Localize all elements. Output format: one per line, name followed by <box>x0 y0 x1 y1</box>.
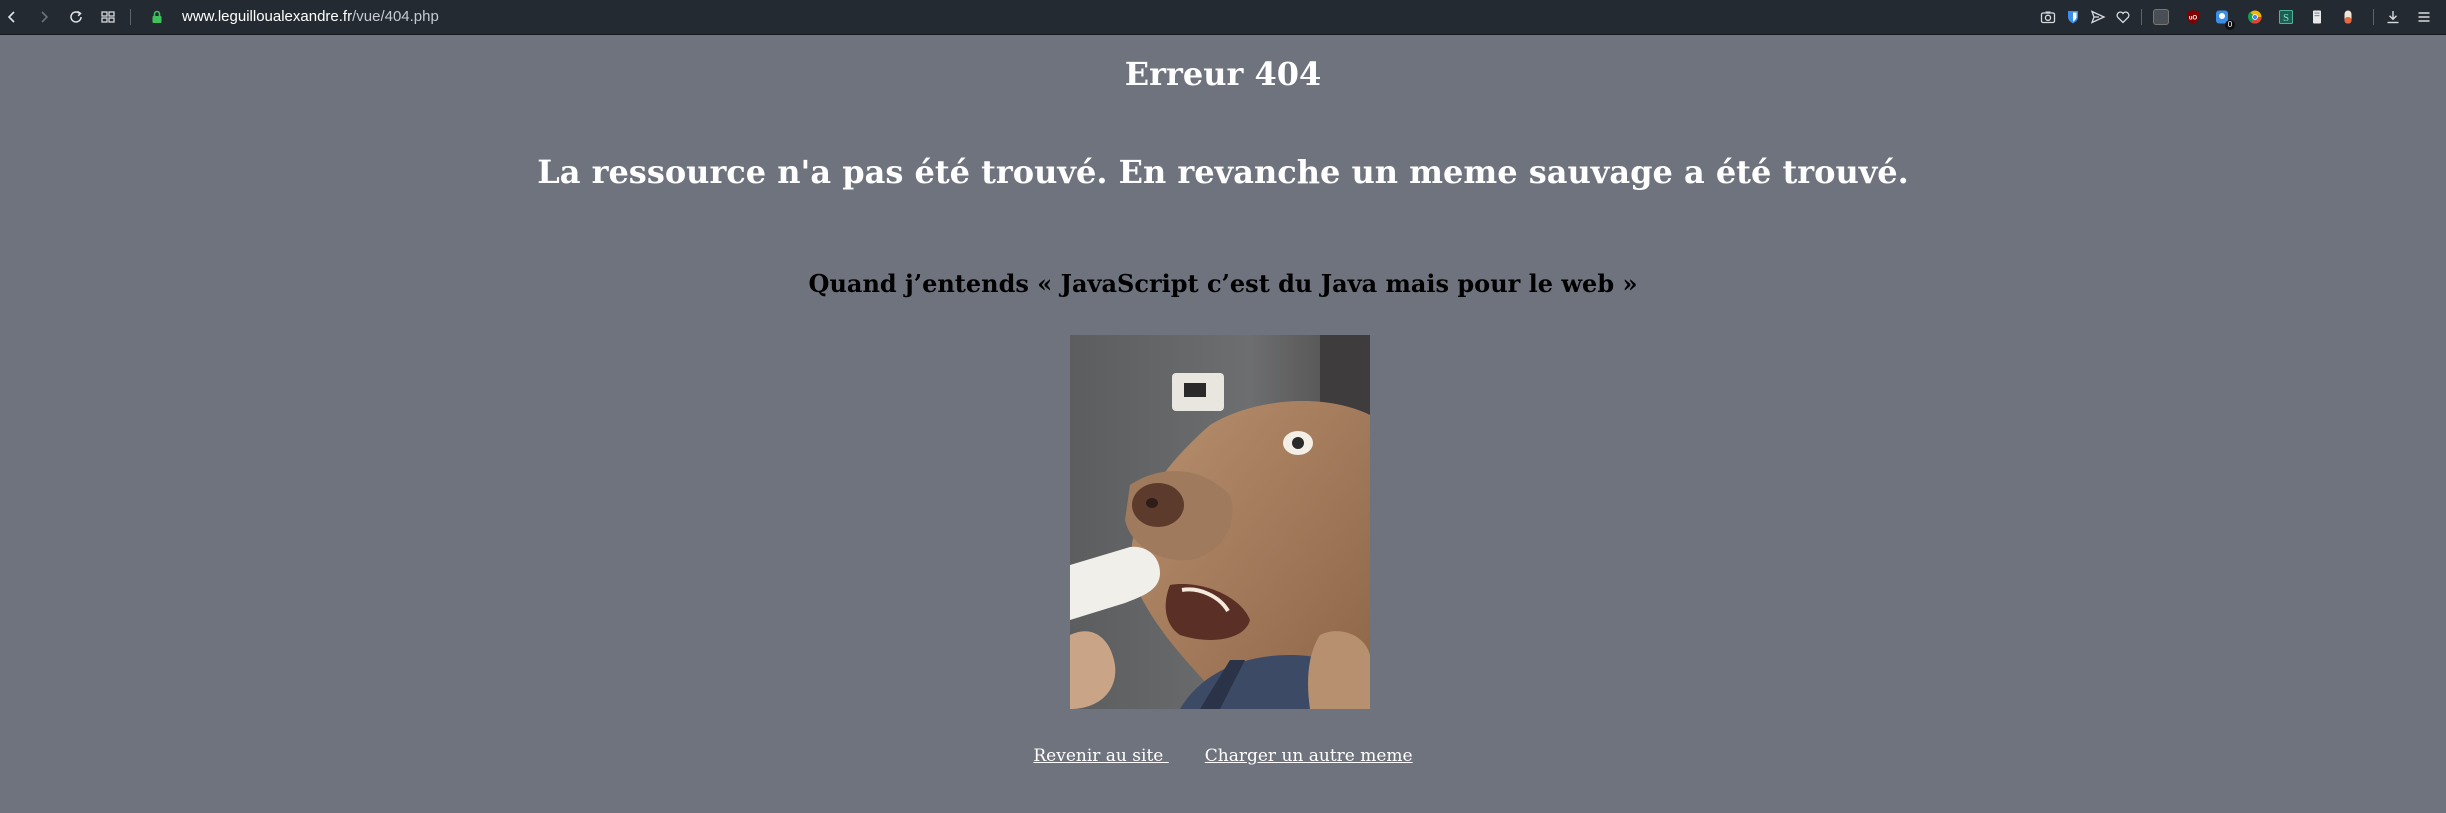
svg-text:uO: uO <box>2189 16 2198 22</box>
forward-button[interactable] <box>32 5 56 29</box>
privacy-badger-extension[interactable]: 0 <box>2213 8 2235 30</box>
screenshot-button[interactable] <box>2039 8 2057 26</box>
ublock-icon: uO <box>2187 10 2199 24</box>
pill-extension[interactable] <box>2339 8 2357 26</box>
meme-caption: Quand j’entends « JavaScript c’est du Ja… <box>808 269 1638 298</box>
colorpicker-icon <box>2153 9 2169 25</box>
stylus-extension[interactable]: S <box>2277 8 2295 26</box>
notes-icon <box>2313 10 2321 24</box>
site-security-button[interactable] <box>145 5 169 29</box>
reload-icon <box>70 10 82 23</box>
translate-extension[interactable] <box>2246 8 2264 26</box>
ublock-extension[interactable]: uO <box>2184 8 2202 26</box>
badge-count: 0 <box>2225 20 2235 30</box>
toolbar-divider <box>130 9 131 25</box>
stylus-icon: S <box>2279 10 2293 24</box>
page-body: Erreur 404 La ressource n'a pas été trou… <box>0 35 2446 813</box>
page-links: Revenir au site Charger un autre meme <box>0 746 2446 766</box>
favorites-button[interactable] <box>2114 8 2132 26</box>
url-path: /vue/404.php <box>352 8 439 25</box>
toolbar-divider <box>2141 9 2142 25</box>
back-to-site-link[interactable]: Revenir au site <box>1033 746 1168 766</box>
send-extension[interactable] <box>2089 8 2107 26</box>
downloads-button[interactable] <box>2384 8 2402 26</box>
chevron-right-icon <box>41 11 49 23</box>
menu-button[interactable] <box>2415 8 2433 26</box>
meme-image <box>1070 335 1370 709</box>
browser-toolbar: www.leguilloualexandre.fr/vue/404.php uO… <box>0 0 2446 35</box>
load-another-meme-link[interactable]: Charger un autre meme <box>1205 746 1413 766</box>
colorpicker-extension[interactable] <box>2152 8 2170 26</box>
pill-icon <box>2344 10 2352 24</box>
bitwarden-icon <box>2068 11 2078 24</box>
download-icon <box>2387 11 2399 24</box>
reload-button[interactable] <box>64 5 88 29</box>
page-title: Erreur 404 <box>1124 55 1322 93</box>
menu-icon <box>2418 12 2430 22</box>
bitwarden-extension[interactable] <box>2064 8 2082 26</box>
translate-icon <box>2247 10 2262 24</box>
surprised-dog-image <box>1070 335 1370 709</box>
error-message: La ressource n'a pas été trouvé. En reva… <box>537 153 1909 191</box>
send-icon <box>2090 10 2106 24</box>
notes-extension[interactable] <box>2308 8 2326 26</box>
grid-icon <box>101 11 115 23</box>
lock-icon <box>152 10 162 23</box>
address-bar[interactable]: www.leguilloualexandre.fr/vue/404.php <box>182 8 439 25</box>
url-host: www.leguilloualexandre.fr <box>182 8 353 25</box>
toolbar-divider <box>2373 9 2374 25</box>
camera-icon <box>2040 11 2056 24</box>
back-button[interactable] <box>0 5 24 29</box>
heart-icon <box>2116 11 2130 24</box>
speed-dial-button[interactable] <box>96 5 120 29</box>
chevron-left-icon <box>7 11 15 23</box>
svg-text:S: S <box>2283 12 2289 24</box>
